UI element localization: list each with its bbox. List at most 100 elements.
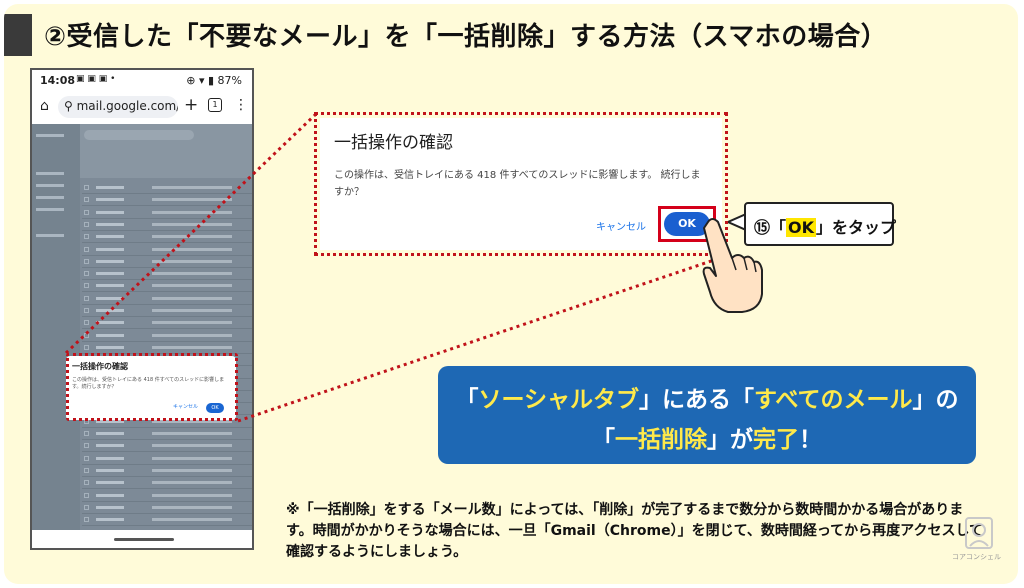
row-sender (96, 321, 124, 325)
email-row (82, 256, 252, 268)
callout-suffix: 」をタップ (816, 218, 897, 237)
watermark-text: コアコンシェル (952, 553, 1001, 561)
row-checkbox (84, 283, 89, 289)
sidebar-line (36, 196, 64, 199)
summary-text: 」が (707, 427, 753, 453)
row-checkbox (84, 320, 89, 326)
summary-bracket: 「 (592, 427, 615, 453)
row-sender (96, 518, 124, 522)
row-checkbox (84, 258, 89, 264)
summary-box: 「ソーシャルタブ」にある「すべてのメール」の 「一括削除」が完了！ (438, 366, 976, 464)
email-row (82, 219, 252, 231)
navigation-bar (32, 530, 252, 548)
row-checkbox (84, 308, 89, 313)
cancel-button[interactable]: キャンセル (596, 218, 646, 233)
email-row (82, 182, 252, 194)
dialog-body: この操作は、受信トレイにある 418 件すべてのスレッドに影響します。 続行しま… (334, 170, 701, 198)
row-subject (152, 345, 232, 349)
row-subject (152, 296, 232, 300)
row-subject (152, 432, 232, 435)
row-sender (96, 333, 124, 337)
signal-icon: ⊕ ▾ ▮ (186, 74, 215, 87)
email-row (82, 453, 252, 465)
summary-social-tab: ソーシャルタブ (478, 387, 640, 413)
email-row (82, 305, 252, 317)
sidebar-line (36, 184, 64, 187)
email-row (82, 268, 252, 281)
row-subject (152, 247, 232, 251)
summary-line-2: 「一括削除」が完了！ (438, 420, 976, 454)
row-sender (96, 296, 124, 300)
row-sender (96, 432, 124, 435)
email-row (82, 465, 252, 477)
sidebar-line (36, 234, 64, 237)
row-checkbox (84, 332, 89, 338)
status-time: 14:08 (40, 74, 76, 87)
email-row (82, 194, 252, 207)
row-subject (152, 210, 232, 214)
row-checkbox (84, 443, 89, 449)
home-icon[interactable]: ⌂ (40, 98, 49, 114)
summary-line-1: 「ソーシャルタブ」にある「すべてのメール」の (438, 380, 976, 414)
row-sender (96, 259, 124, 263)
address-bar[interactable]: ⚲ mail.google.com/ (58, 96, 178, 118)
row-subject (152, 505, 232, 509)
summary-all-mail: すべてのメール (754, 387, 913, 413)
row-checkbox (84, 517, 89, 523)
summary-text: ！ (799, 427, 822, 453)
row-checkbox (84, 344, 89, 350)
site-settings-icon[interactable]: ⚲ (64, 99, 77, 113)
row-subject (152, 235, 232, 239)
confirm-dialog: 一括操作の確認 この操作は、受信トレイにある 418 件すべてのスレッドに影響し… (320, 118, 722, 250)
sidebar-line (36, 172, 64, 175)
summary-text: 」の (912, 387, 959, 413)
battery-level: 87% (217, 74, 242, 87)
row-sender (96, 481, 124, 485)
gmail-sidebar (32, 124, 80, 534)
row-subject (152, 481, 232, 485)
browser-toolbar: ⌂ ⚲ mail.google.com/ + 1 ⋮ (32, 92, 252, 122)
status-indicators: ⊕ ▾ ▮ 87% (186, 74, 242, 87)
url-text: mail.google.com/ (76, 99, 178, 113)
callout-ok-highlight: OK (786, 218, 817, 237)
row-sender (96, 198, 124, 202)
footnote: ※「一括削除」をする「メール数」によっては、「削除」が完了するまで数分から数時間… (286, 502, 984, 560)
more-menu-icon[interactable]: ⋮ (234, 97, 248, 113)
row-checkbox (84, 480, 89, 486)
row-checkbox (84, 209, 89, 215)
row-checkbox (84, 234, 89, 240)
row-sender (96, 235, 124, 239)
row-subject (152, 493, 232, 497)
row-sender (96, 210, 124, 214)
row-subject (152, 333, 232, 337)
row-sender (96, 345, 124, 349)
row-checkbox (84, 271, 89, 277)
gesture-handle[interactable] (114, 538, 174, 541)
row-checkbox (84, 295, 89, 301)
row-sender (96, 272, 124, 276)
status-bar: 14:08 ▣ ▣ ▣ • ⊕ ▾ ▮ 87% (32, 70, 252, 92)
summary-text: 」にある「 (639, 387, 755, 413)
email-row (82, 330, 252, 342)
email-row (82, 244, 252, 256)
email-row (82, 231, 252, 244)
email-row (82, 514, 252, 527)
row-subject (152, 444, 232, 448)
row-sender (96, 222, 124, 226)
mini-dialog-highlight (66, 353, 238, 421)
row-checkbox (84, 246, 89, 252)
row-sender (96, 493, 124, 497)
tab-count-button[interactable]: 1 (208, 98, 222, 112)
row-subject (152, 468, 232, 472)
gmail-page-dimmed (32, 124, 252, 534)
row-checkbox (84, 492, 89, 498)
instruction-callout: ⑮「 OK 」をタップ (744, 202, 897, 246)
row-checkbox (84, 197, 89, 203)
dialog-title: 一括操作の確認 (334, 133, 453, 153)
new-tab-icon[interactable]: + (184, 95, 198, 115)
row-sender (96, 186, 124, 189)
row-checkbox (84, 504, 89, 510)
email-row (82, 490, 252, 502)
email-row (82, 502, 252, 514)
row-sender (96, 309, 124, 312)
